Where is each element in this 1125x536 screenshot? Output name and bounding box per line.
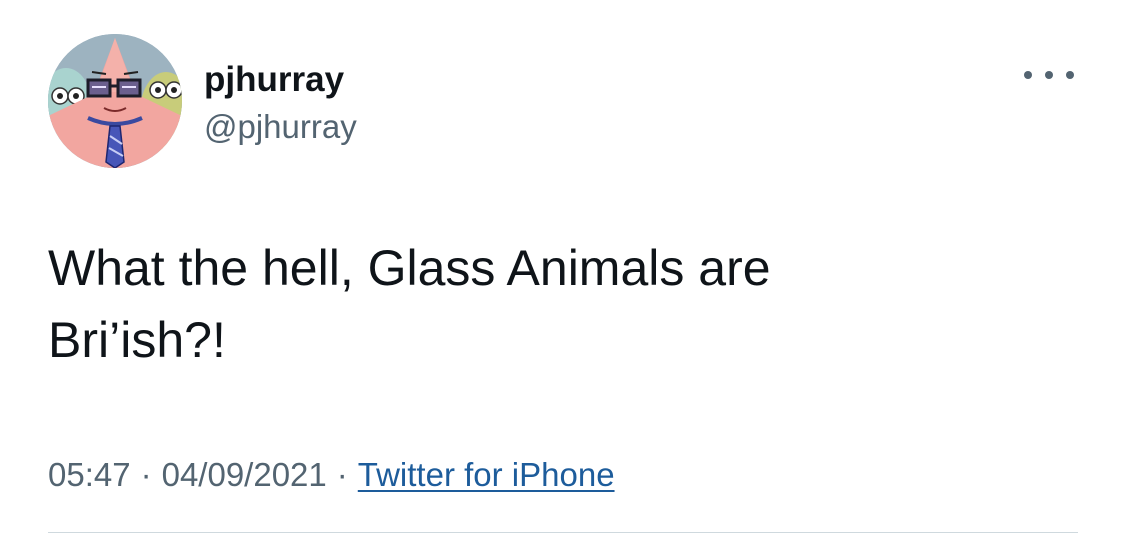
tweet-time[interactable]: 05:47 — [48, 456, 131, 493]
author-display-name[interactable]: pjhurray — [204, 60, 344, 100]
more-options-icon[interactable] — [1024, 60, 1074, 90]
divider — [48, 532, 1078, 533]
cartoon-avatar-icon — [48, 34, 182, 168]
separator: · — [140, 456, 152, 493]
avatar[interactable] — [48, 34, 182, 168]
author-handle[interactable]: @pjhurray — [204, 107, 357, 147]
tweet-date[interactable]: 04/09/2021 — [162, 456, 327, 493]
separator: · — [336, 456, 348, 493]
more-dot — [1024, 71, 1032, 79]
more-dot — [1066, 71, 1074, 79]
tweet-text: What the hell, Glass Animals are Bri’ish… — [48, 240, 771, 368]
tweet: pjhurray @pjhurray What the hell, Glass … — [0, 0, 1125, 536]
tweet-metadata: 05:47 · 04/09/2021 · Twitter for iPhone — [48, 455, 615, 495]
tweet-source-link[interactable]: Twitter for iPhone — [358, 456, 615, 493]
more-dot — [1045, 71, 1053, 79]
